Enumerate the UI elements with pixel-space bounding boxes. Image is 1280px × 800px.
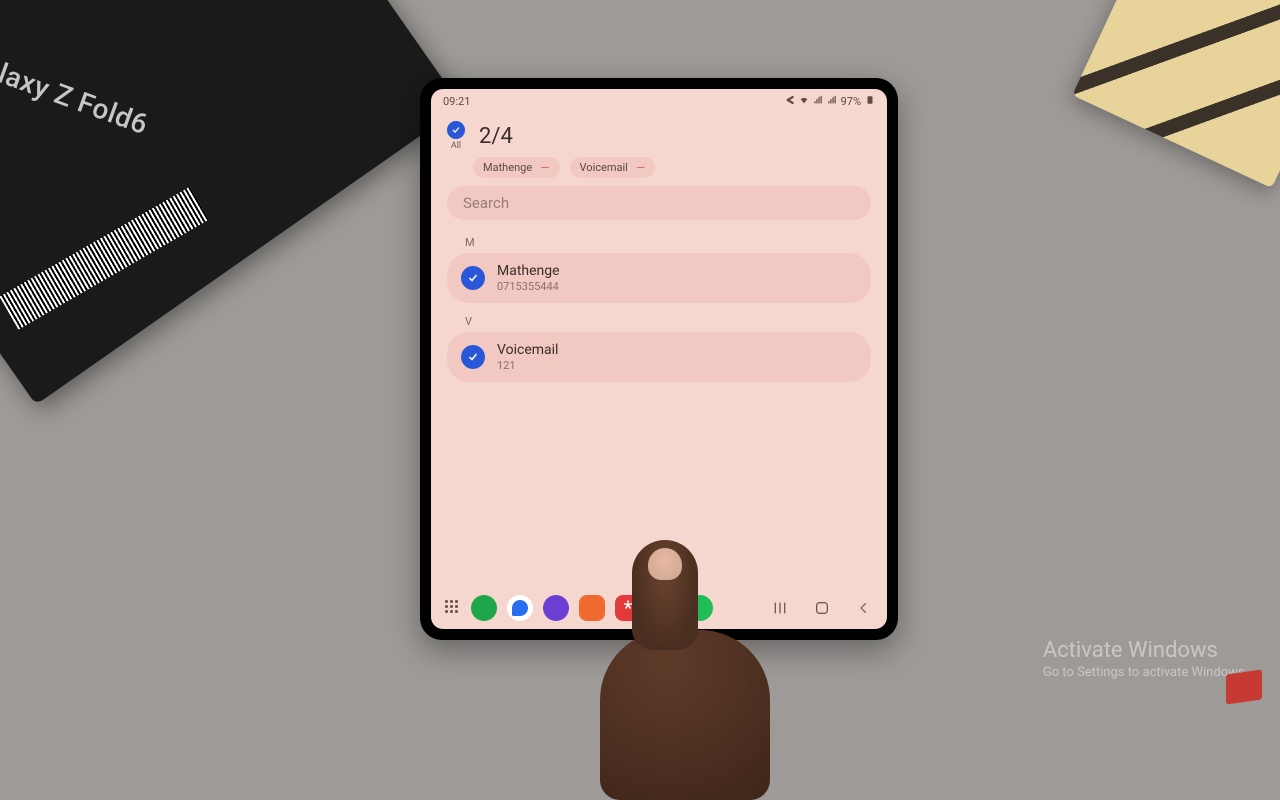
app-drawer-icon[interactable] (445, 600, 461, 616)
selection-header: All 2/4 (431, 113, 887, 157)
chip-label: Voicemail (580, 161, 628, 174)
checkmark-icon (447, 121, 465, 139)
battery-icon (865, 95, 875, 108)
product-box-label: Galaxy Z Fold6 (0, 45, 153, 142)
signal-icon-2 (827, 95, 837, 108)
phone-app-icon[interactable] (471, 595, 497, 621)
watermark-sub: Go to Settings to activate Windows. (1043, 665, 1248, 680)
section-letter-m: M (447, 230, 871, 253)
chip-mathenge[interactable]: Mathenge — (473, 157, 560, 178)
select-all-toggle[interactable]: All (447, 121, 465, 151)
contact-name: Voicemail (497, 342, 558, 358)
search-container (431, 186, 887, 230)
checkmark-icon (461, 266, 485, 290)
contact-text: Mathenge 0715355444 (497, 263, 560, 293)
nav-buttons (771, 599, 873, 617)
tablet-frame: 09:21 97% (420, 78, 898, 640)
back-button[interactable] (855, 599, 873, 617)
select-all-label: All (451, 141, 461, 151)
chip-remove-icon[interactable]: — (540, 162, 549, 174)
contact-name: Mathenge (497, 263, 560, 279)
recents-button[interactable] (771, 599, 789, 617)
screen: 09:21 97% (431, 89, 887, 629)
chip-label: Mathenge (483, 161, 532, 174)
chip-remove-icon[interactable]: — (636, 162, 645, 174)
contacts-list: M Mathenge 0715355444 V Voicemail 121 (431, 230, 887, 382)
product-box-prop: Galaxy Z Fold6 (0, 0, 462, 405)
contact-number: 121 (497, 359, 558, 372)
contact-text: Voicemail 121 (497, 342, 558, 372)
app-icon-red[interactable] (651, 595, 677, 621)
windows-watermark: Activate Windows Go to Settings to activ… (1043, 638, 1248, 680)
contact-row-mathenge[interactable]: Mathenge 0715355444 (447, 253, 871, 303)
search-input[interactable] (447, 186, 871, 220)
contact-number: 0715355444 (497, 280, 560, 293)
battery-text: 97% (841, 95, 861, 108)
watermark-title: Activate Windows (1043, 638, 1248, 663)
app-icon-asterisk[interactable] (615, 595, 641, 621)
checkmark-icon (461, 345, 485, 369)
selected-chips-row: Mathenge — Voicemail — (431, 157, 887, 186)
contact-row-voicemail[interactable]: Voicemail 121 (447, 332, 871, 382)
section-letter-v: V (447, 309, 871, 332)
chip-voicemail[interactable]: Voicemail — (570, 157, 656, 178)
messages-app-icon[interactable] (507, 595, 533, 621)
whatsapp-app-icon[interactable] (687, 595, 713, 621)
share-icon (785, 95, 795, 108)
signal-icon (813, 95, 823, 108)
status-right: 97% (785, 95, 875, 108)
browser-app-icon[interactable] (543, 595, 569, 621)
wifi-icon (799, 95, 809, 108)
wood-prop (1072, 0, 1280, 188)
status-bar: 09:21 97% (431, 89, 887, 113)
status-time: 09:21 (443, 95, 470, 108)
corner-badge (1226, 669, 1262, 704)
taskbar (431, 587, 887, 629)
home-button[interactable] (813, 599, 831, 617)
app-icon-orange[interactable] (579, 595, 605, 621)
selection-counter: 2/4 (479, 124, 513, 149)
